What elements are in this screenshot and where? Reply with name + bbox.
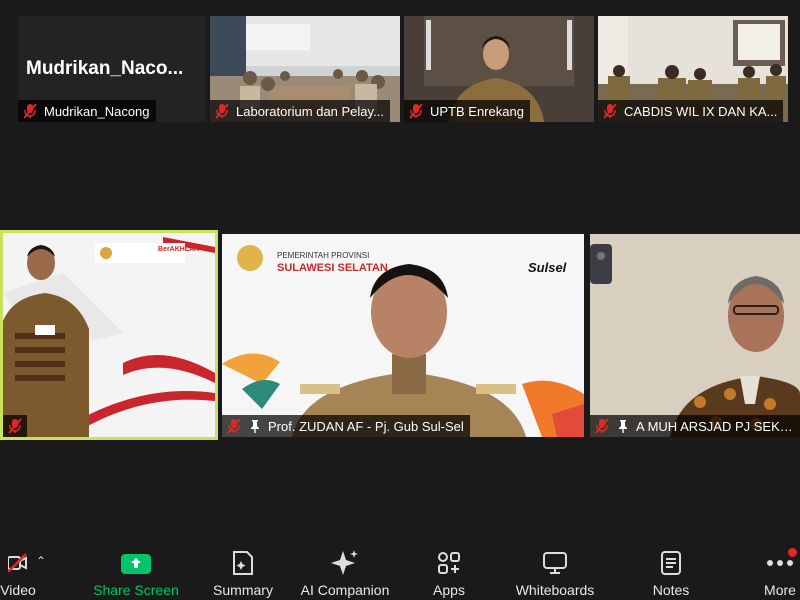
mic-muted-icon: [23, 103, 37, 119]
more-button[interactable]: More: [756, 540, 800, 600]
whiteboards-button[interactable]: Whiteboards: [508, 540, 602, 600]
participant-name: A MUH ARSJAD PJ SEKDA: [636, 418, 794, 434]
person-video-feed: [590, 234, 800, 437]
summary-icon: [233, 551, 253, 575]
more-label: More: [764, 582, 796, 598]
summary-label: Summary: [213, 582, 273, 598]
video-label: Video: [0, 582, 36, 598]
participant-label: UPTB Enrekang: [404, 100, 530, 122]
participant-big-name: Mudrikan_Naco...: [26, 58, 184, 79]
video-tile-cabdis[interactable]: CABDIS WIL IX DAN KA...: [598, 16, 788, 122]
ai-companion-button[interactable]: AI Companion: [294, 540, 396, 600]
apps-button[interactable]: Apps: [424, 540, 474, 600]
pin-icon: [251, 420, 259, 433]
mic-muted-icon: [215, 103, 229, 119]
share-screen-label: Share Screen: [93, 582, 179, 598]
video-tile-laboratorium[interactable]: Laboratorium dan Pelay...: [210, 16, 400, 122]
notification-dot-icon: [788, 548, 797, 557]
video-options-caret-icon[interactable]: ⌃: [36, 554, 46, 568]
video-tile-zudan[interactable]: PEMERINTAH PROVINSI SULAWESI SELATAN Sul…: [222, 234, 584, 437]
participant-name: Prof. ZUDAN AF - Pj. Gub Sul-Sel: [268, 418, 464, 434]
video-button[interactable]: Video: [0, 540, 42, 600]
meeting-toolbar: Video ⌃ Share Screen Summary AI Companio…: [0, 540, 800, 600]
video-tile-active-speaker[interactable]: BerAKHLAK: [0, 230, 218, 440]
mic-muted-icon: [409, 103, 423, 119]
banner-line-1: PEMERINTAH PROVINSI: [277, 251, 370, 260]
participant-label: Prof. ZUDAN AF - Pj. Gub Sul-Sel: [222, 415, 470, 437]
participant-label: Laboratorium dan Pelay...: [210, 100, 390, 122]
mic-muted-icon: [227, 418, 241, 434]
participant-label: A MUH ARSJAD PJ SEKDA: [590, 415, 800, 437]
ai-companion-label: AI Companion: [300, 582, 390, 598]
ai-sparkle-icon: [331, 550, 358, 575]
pin-icon: [619, 420, 627, 433]
whiteboards-label: Whiteboards: [515, 582, 595, 598]
video-camera-off-icon: [8, 553, 27, 573]
share-screen-icon: [121, 554, 151, 574]
mic-muted-icon: [595, 418, 609, 434]
banner-text: BerAKHLAK: [158, 246, 200, 253]
apps-label: Apps: [433, 582, 465, 598]
participant-name: UPTB Enrekang: [430, 103, 524, 119]
share-screen-button[interactable]: Share Screen: [86, 540, 186, 600]
sulsel-logo-text: Sulsel: [528, 260, 567, 275]
more-dots-icon: [767, 560, 793, 566]
participant-label: CABDIS WIL IX DAN KA...: [598, 100, 784, 122]
participant-label: [3, 415, 27, 437]
person-video-feed: [3, 233, 215, 437]
participant-name: Laboratorium dan Pelay...: [236, 103, 384, 119]
mic-muted-icon: [8, 418, 22, 434]
video-tile-arsjad[interactable]: A MUH ARSJAD PJ SEKDA: [590, 234, 800, 437]
notes-button[interactable]: Notes: [646, 540, 696, 600]
notes-label: Notes: [652, 582, 690, 598]
mic-muted-icon: [603, 103, 617, 119]
participant-name: CABDIS WIL IX DAN KA...: [624, 103, 778, 119]
participant-label: Mudrikan_Nacong: [18, 100, 156, 122]
whiteboard-icon: [543, 552, 567, 574]
banner-line-2: SULAWESI SELATAN: [277, 262, 388, 274]
video-tile-mudrikan[interactable]: Mudrikan_Naco... Mudrikan_Nacong: [18, 16, 206, 122]
video-tile-uptb-enrekang[interactable]: UPTB Enrekang: [404, 16, 594, 122]
summary-button[interactable]: Summary: [206, 540, 280, 600]
notes-icon: [661, 551, 681, 575]
participant-name: Mudrikan_Nacong: [44, 103, 150, 119]
apps-icon: [438, 552, 460, 574]
